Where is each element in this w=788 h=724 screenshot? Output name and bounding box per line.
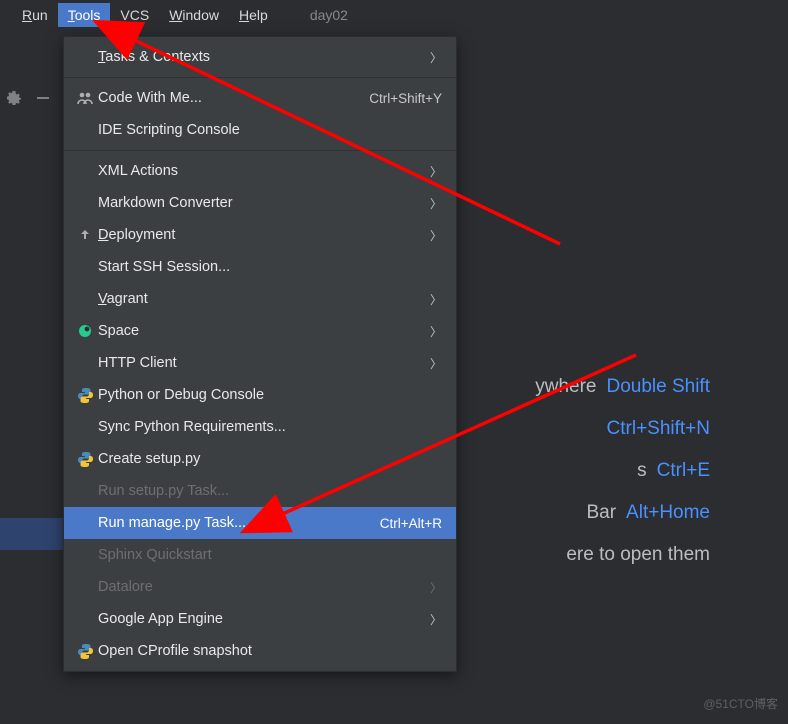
separator	[64, 150, 456, 151]
menu-ide-scripting-label: IDE Scripting Console	[98, 122, 240, 138]
separator	[64, 77, 456, 78]
hint-recent-kb: Ctrl+E	[657, 460, 710, 482]
menubar-vcs[interactable]: VCS	[110, 3, 159, 27]
menu-code-with-me-label: Code With Me...	[98, 90, 202, 106]
menu-run-manage-shortcut: Ctrl+Alt+R	[380, 516, 442, 531]
menubar: Run Tools VCS Window Help day02	[0, 0, 788, 30]
python-icon	[74, 388, 96, 403]
menu-tasks[interactable]: Tasks & Contexts〉	[64, 41, 456, 73]
menu-gae[interactable]: Google App Engine〉	[64, 603, 456, 635]
menu-sync-req-label: Sync Python Requirements...	[98, 419, 286, 435]
python-icon	[74, 644, 96, 659]
watermark: @51CTO博客	[703, 695, 778, 712]
tools-dropdown: Tasks & Contexts〉 Code With Me... Ctrl+S…	[63, 36, 457, 672]
menu-gae-label: Google App Engine	[98, 611, 223, 627]
menu-python-console-label: Python or Debug Console	[98, 387, 264, 403]
menu-run-setup-label: Run setup.py Task...	[98, 483, 229, 499]
hint-search-everywhere-kb: Double Shift	[606, 376, 710, 398]
space-icon	[74, 324, 96, 338]
menu-sync-requirements[interactable]: Sync Python Requirements...	[64, 411, 456, 443]
menu-run-manage-label: Run manage.py Task...	[98, 515, 246, 531]
menu-code-with-me-shortcut: Ctrl+Shift+Y	[369, 91, 442, 106]
hint-navbar-label: Bar	[586, 502, 616, 524]
menu-create-setup-label: Create setup.py	[98, 451, 200, 467]
menu-datalore-label: Datalore	[98, 579, 153, 595]
menu-xml-actions[interactable]: XML Actions〉	[64, 155, 456, 187]
menubar-help[interactable]: Help	[229, 3, 278, 27]
gear-icon[interactable]	[6, 90, 22, 111]
menu-markdown-label: Markdown Converter	[98, 195, 233, 211]
menu-cprofile-label: Open CProfile snapshot	[98, 643, 252, 659]
hint-navbar-kb: Alt+Home	[626, 502, 710, 524]
menu-create-setup[interactable]: Create setup.py	[64, 443, 456, 475]
menu-deployment[interactable]: Deployment〉	[64, 219, 456, 251]
menu-sphinx-label: Sphinx Quickstart	[98, 547, 212, 563]
python-icon	[74, 452, 96, 467]
project-name: day02	[310, 7, 348, 23]
menu-http-client[interactable]: HTTP Client〉	[64, 347, 456, 379]
menu-ssh-label: Start SSH Session...	[98, 259, 230, 275]
menubar-run[interactable]: Run	[12, 3, 58, 27]
hint-recent-label: s	[637, 460, 647, 482]
menu-run-manage-py[interactable]: Run manage.py Task... Ctrl+Alt+R	[64, 507, 456, 539]
welcome-hints: ywhereDouble Shift Ctrl+Shift+N sCtrl+E …	[535, 376, 710, 566]
menu-space-label: Space	[98, 323, 139, 339]
menu-run-setup: Run setup.py Task...	[64, 475, 456, 507]
menu-python-console[interactable]: Python or Debug Console	[64, 379, 456, 411]
project-tree-selection	[0, 518, 63, 550]
menu-sphinx: Sphinx Quickstart	[64, 539, 456, 571]
menu-http-label: HTTP Client	[98, 355, 177, 371]
menu-ide-scripting[interactable]: IDE Scripting Console	[64, 114, 456, 146]
hint-drop-label: ere to open them	[566, 544, 710, 566]
menu-space[interactable]: Space〉	[64, 315, 456, 347]
hint-gotofile-kb: Ctrl+Shift+N	[607, 418, 710, 440]
toolbar-icons	[6, 90, 50, 111]
minus-icon[interactable]	[36, 91, 50, 110]
menu-vagrant[interactable]: Vagrant〉	[64, 283, 456, 315]
menubar-run-label: un	[32, 7, 48, 23]
hint-search-everywhere-label: ywhere	[535, 376, 596, 398]
menu-xml-label: XML Actions	[98, 163, 178, 179]
menu-datalore: Datalore〉	[64, 571, 456, 603]
menubar-tools[interactable]: Tools	[58, 3, 111, 27]
menu-ssh[interactable]: Start SSH Session...	[64, 251, 456, 283]
menu-code-with-me[interactable]: Code With Me... Ctrl+Shift+Y	[64, 82, 456, 114]
menu-cprofile[interactable]: Open CProfile snapshot	[64, 635, 456, 667]
upload-icon	[74, 228, 96, 242]
people-icon	[74, 91, 96, 105]
menu-markdown[interactable]: Markdown Converter〉	[64, 187, 456, 219]
menubar-window[interactable]: Window	[159, 3, 229, 27]
